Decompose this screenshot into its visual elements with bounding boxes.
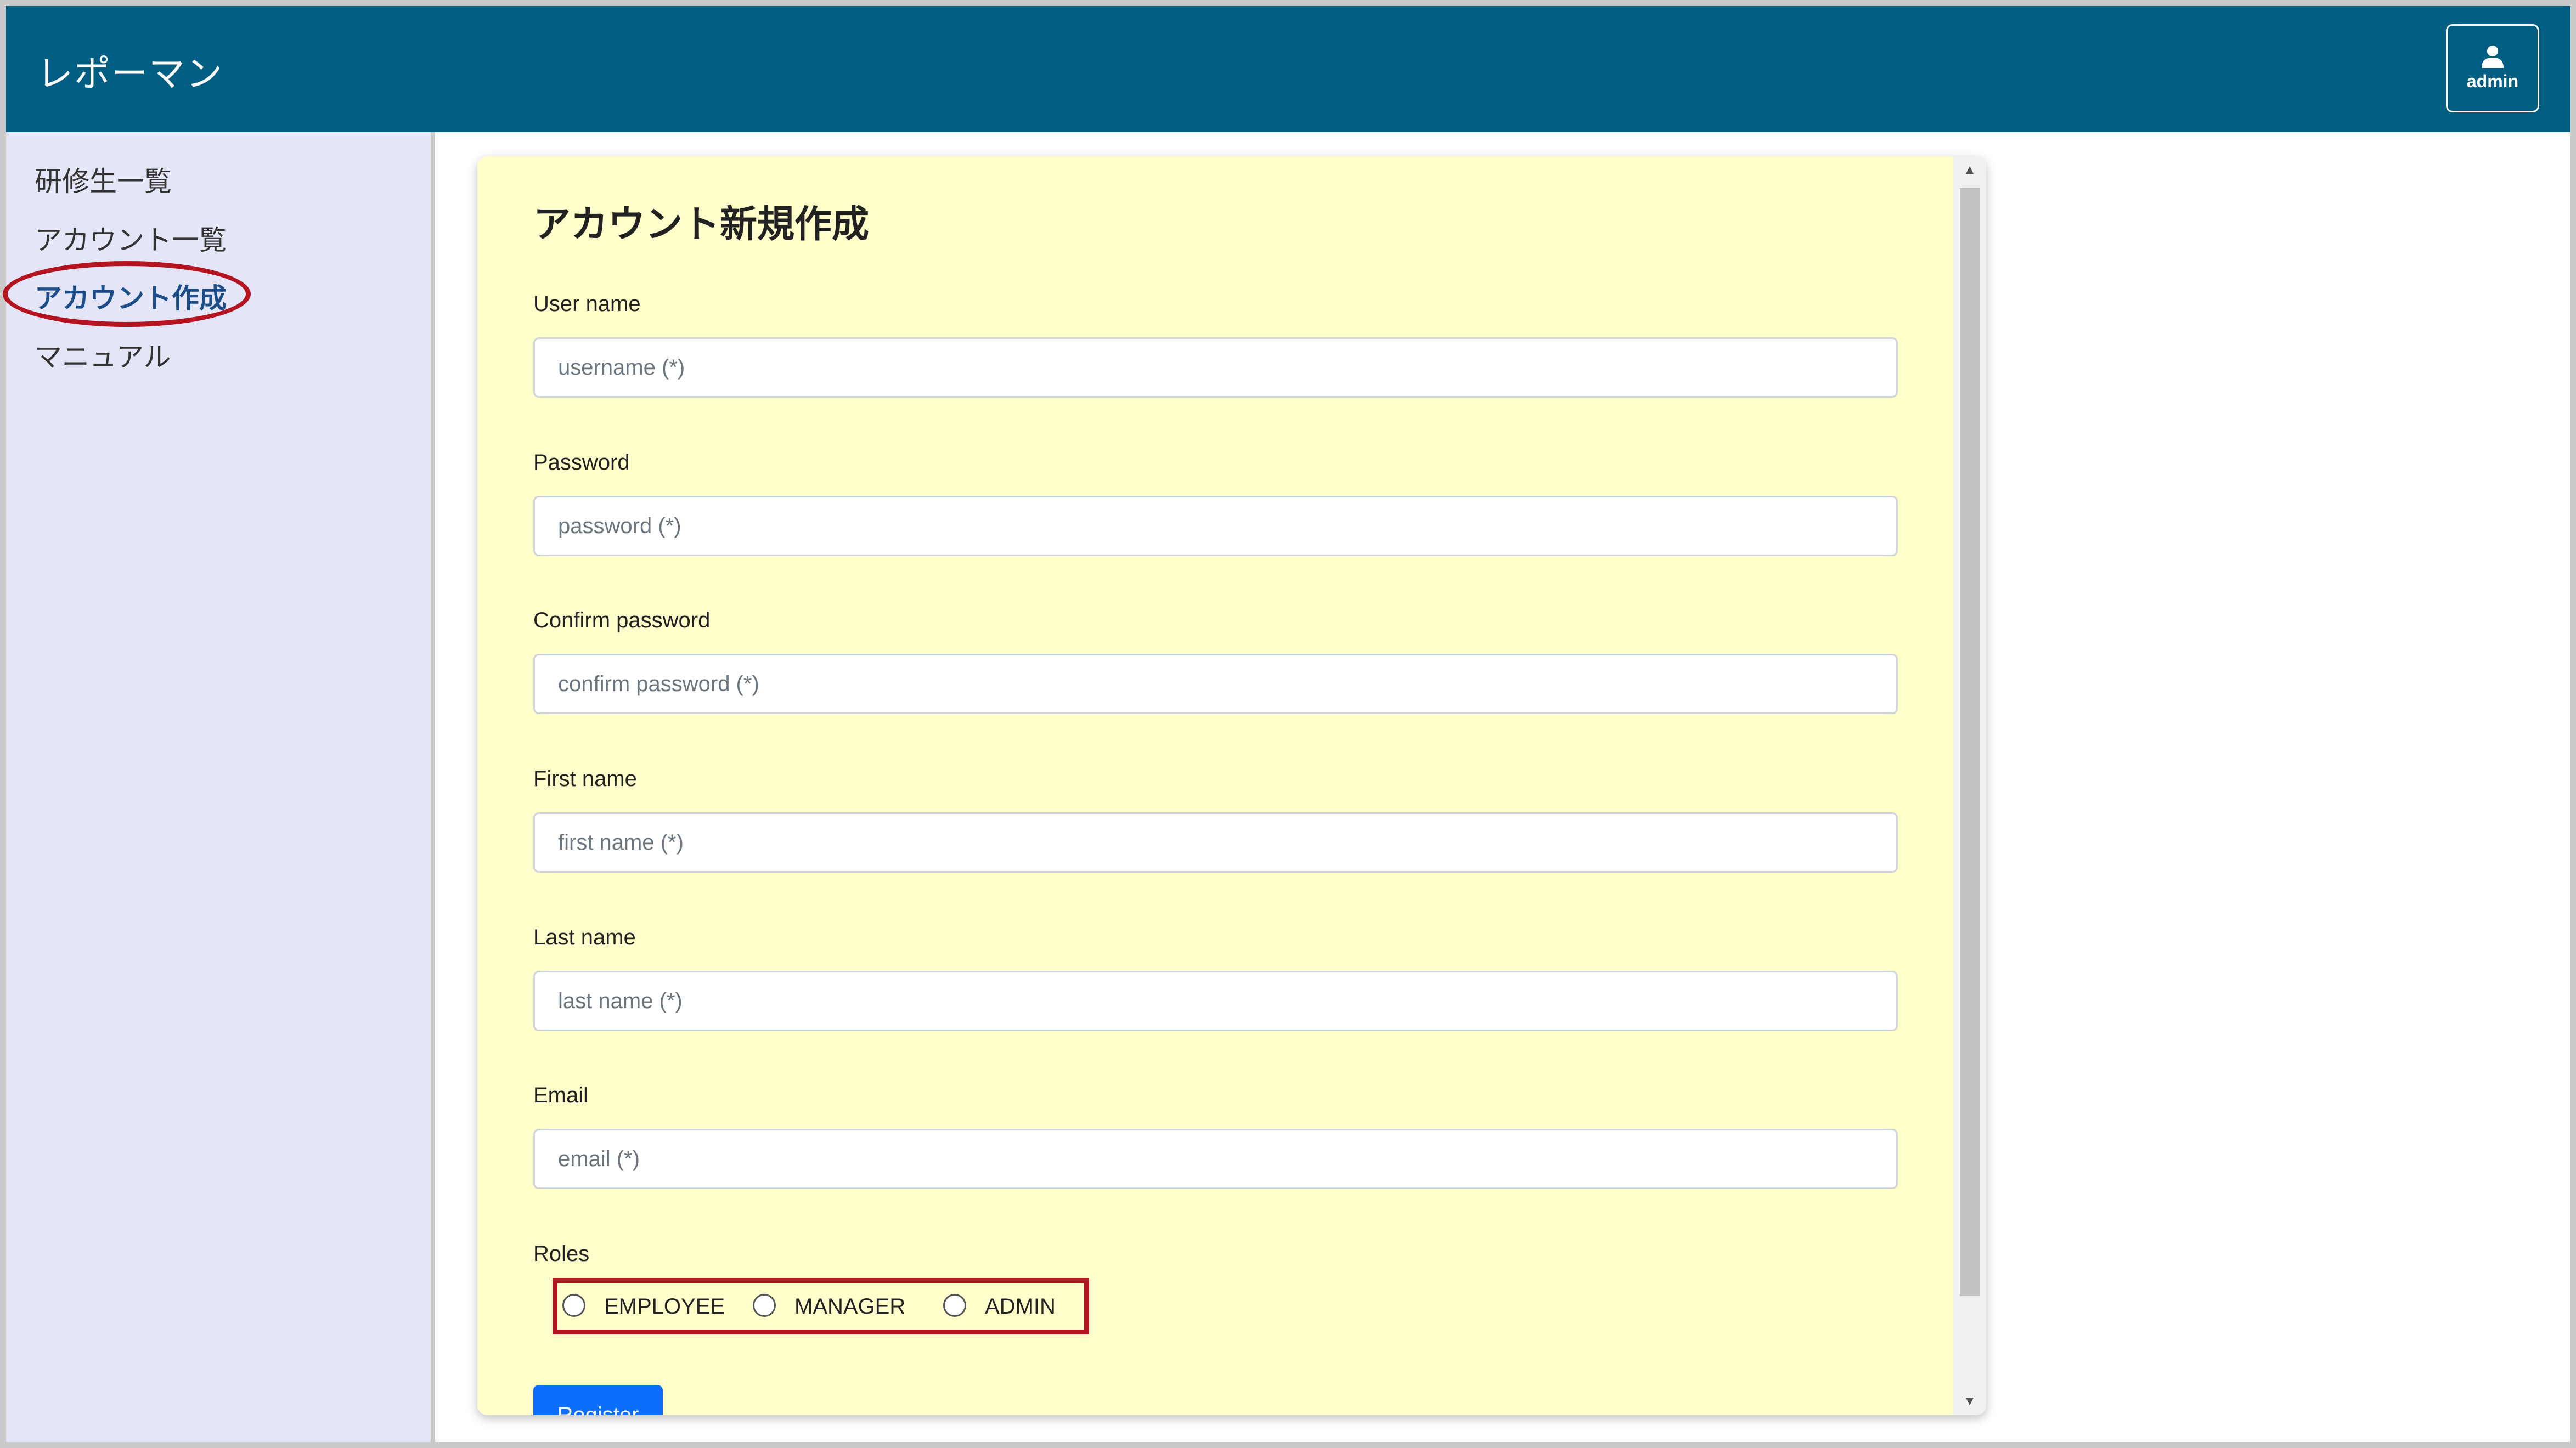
first-name-label: First name [533,767,637,791]
app-title: レポーマン [37,53,223,94]
user-icon [2482,46,2504,68]
role-employee-label: EMPLOYEE [604,1294,725,1319]
password-label: Password [533,450,630,474]
user-menu-label: admin [2466,71,2519,91]
account-create-card: アカウント新規作成 User name Password Confirm pas… [477,156,1986,1415]
role-admin-radio[interactable]: ADMIN [943,1293,1056,1319]
username-label: User name [533,292,641,316]
email-label: Email [533,1083,589,1107]
radio-button-icon [753,1293,776,1317]
role-manager-label: MANAGER [794,1294,906,1319]
sidebar-item-trainee-list[interactable]: 研修生一覧 [35,160,172,199]
user-menu-button[interactable]: admin [2446,24,2539,112]
email-input[interactable] [533,1129,1898,1189]
scrollbar-thumb[interactable] [1960,188,1980,1296]
confirm-password-label: Confirm password [533,608,711,632]
username-input[interactable] [533,337,1898,398]
role-admin-label: ADMIN [985,1294,1056,1319]
annotation-circle [3,261,251,327]
sidebar-item-manual[interactable]: マニュアル [35,335,171,375]
radio-button-icon [943,1293,966,1317]
confirm-password-input[interactable] [533,654,1898,714]
header-bar: レポーマン admin [6,6,2570,132]
roles-label: Roles [533,1242,590,1266]
page-title: アカウント新規作成 [533,203,870,245]
scroll-down-icon[interactable]: ▼ [1953,1388,1986,1415]
register-button[interactable]: Register [533,1385,663,1415]
sidebar: 研修生一覧 アカウント一覧 アカウント作成 マニュアル [3,132,435,1442]
first-name-input[interactable] [533,812,1898,873]
radio-button-icon [562,1293,585,1317]
scroll-up-icon[interactable]: ▲ [1953,156,1986,184]
vertical-scrollbar[interactable]: ▲ ▼ [1953,156,1986,1415]
role-employee-radio[interactable]: EMPLOYEE [562,1293,725,1319]
role-manager-radio[interactable]: MANAGER [753,1293,906,1319]
last-name-input[interactable] [533,971,1898,1031]
sidebar-item-account-list[interactable]: アカウント一覧 [35,218,227,258]
last-name-label: Last name [533,925,636,949]
password-input[interactable] [533,496,1898,556]
